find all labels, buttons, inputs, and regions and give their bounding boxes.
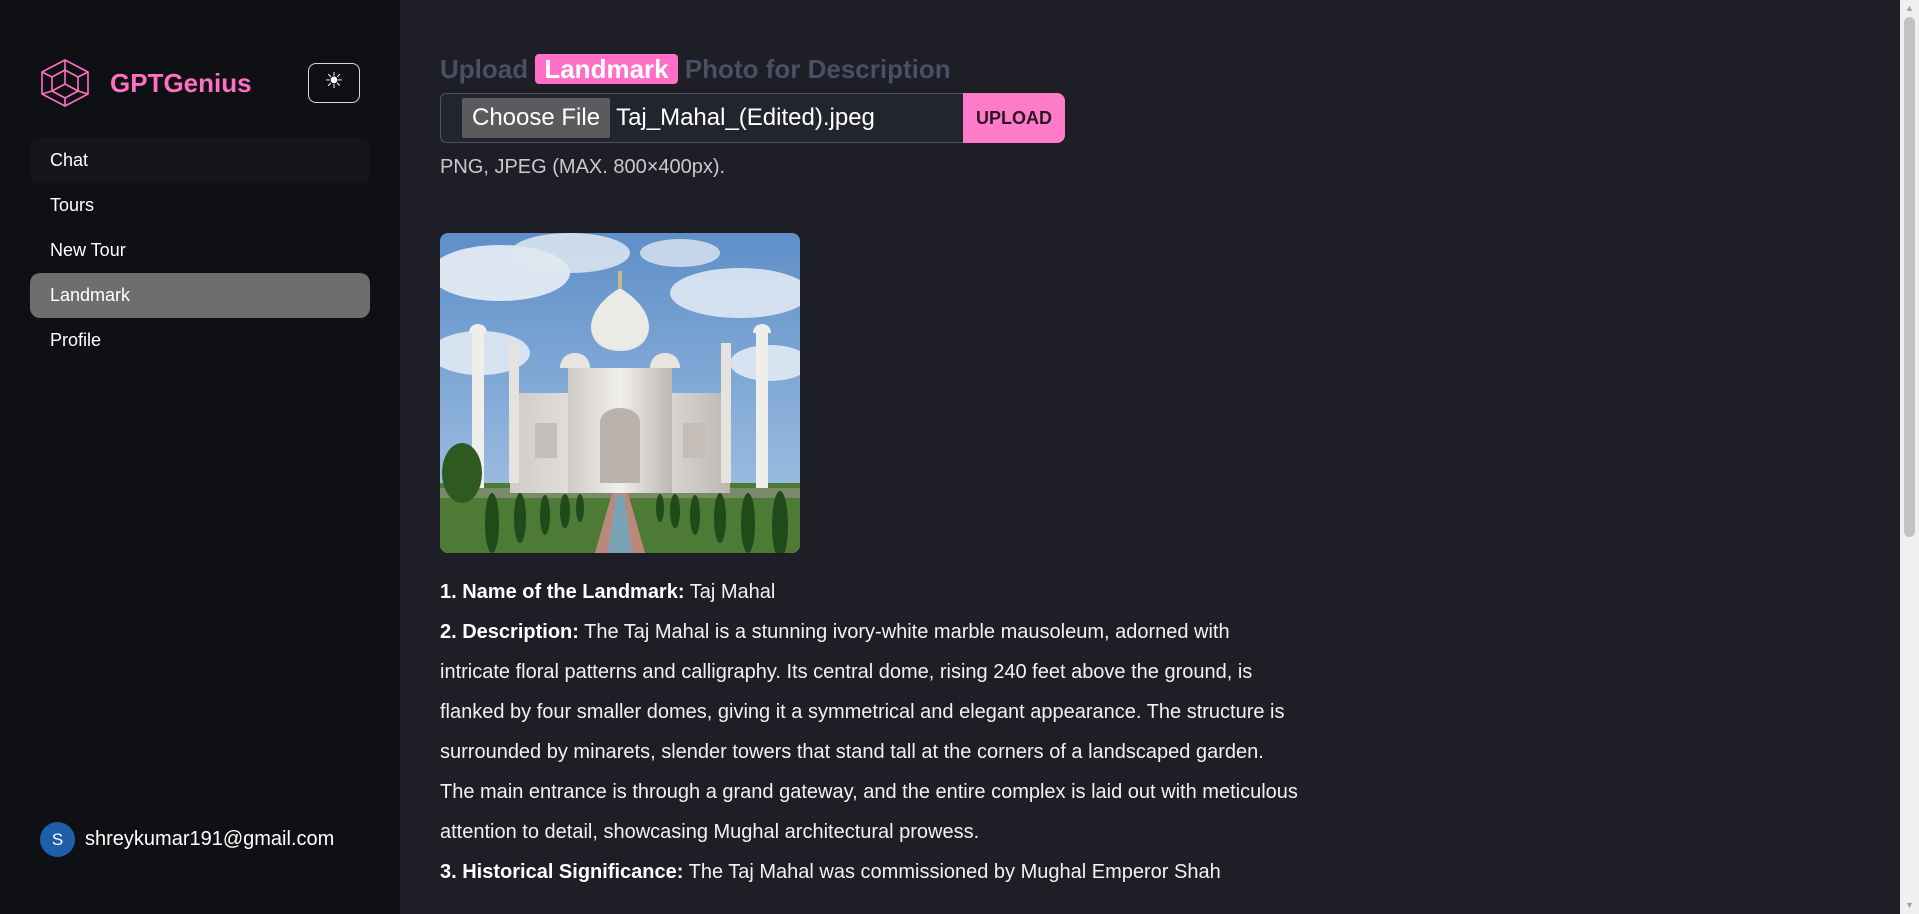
description-label: 2. Description: (440, 621, 579, 643)
upload-button[interactable]: UPLOAD (963, 93, 1065, 143)
description-text: The Taj Mahal was commissioned by Mughal… (683, 861, 1221, 883)
file-input[interactable]: Choose File Taj_Mahal_(Edited).jpeg (440, 93, 967, 143)
selected-file-name: Taj_Mahal_(Edited).jpeg (616, 104, 875, 131)
sidebar: GPTGenius ☀ Chat Tours New Tour Landmark… (0, 0, 400, 914)
description-label: 3. Historical Significance: (440, 861, 684, 883)
avatar[interactable]: S (40, 822, 75, 857)
sidebar-item-new-tour[interactable]: New Tour (30, 228, 370, 273)
brand[interactable]: GPTGenius (38, 58, 252, 108)
user-email: shreykumar191@gmail.com (85, 828, 335, 850)
sidebar-nav: Chat Tours New Tour Landmark Profile (30, 138, 370, 363)
page-title: Upload Landmark Photo for Description (440, 54, 951, 85)
theme-toggle-button[interactable]: ☀ (308, 63, 360, 103)
description-item: 2. Description: The Taj Mahal is a stunn… (440, 612, 1300, 852)
sidebar-item-tours[interactable]: Tours (30, 183, 370, 228)
upload-form: Choose File Taj_Mahal_(Edited).jpeg UPLO… (440, 93, 1065, 143)
description-item: 3. Historical Significance: The Taj Maha… (440, 852, 1300, 892)
hexagon-logo-icon (41, 59, 89, 107)
landmark-photo (440, 233, 800, 553)
user-profile[interactable]: S shreykumar191@gmail.com (40, 822, 334, 857)
scroll-down-arrow-icon[interactable]: ▼ (1900, 897, 1919, 914)
sidebar-item-chat[interactable]: Chat (30, 138, 370, 183)
sidebar-item-profile[interactable]: Profile (30, 318, 370, 363)
page-title-prefix: Upload (440, 54, 536, 84)
sidebar-item-landmark[interactable]: Landmark (30, 273, 370, 318)
page-title-suffix: Photo for Description (677, 54, 951, 84)
description-text: The Taj Mahal is a stunning ivory-white … (440, 621, 1298, 843)
landmark-description: 1. Name of the Landmark: Taj Mahal 2. De… (440, 572, 1300, 892)
sun-icon: ☀ (324, 69, 344, 94)
main-content: Upload Landmark Photo for Description Ch… (440, 0, 1900, 914)
scroll-thumb[interactable] (1904, 17, 1915, 537)
choose-file-button[interactable]: Choose File (462, 98, 611, 138)
page-scrollbar[interactable]: ▲ ▼ (1900, 0, 1919, 914)
description-text: Taj Mahal (684, 581, 776, 603)
brand-name: GPTGenius (110, 67, 252, 98)
description-label: 1. Name of the Landmark: (440, 581, 685, 603)
description-item: 1. Name of the Landmark: Taj Mahal (440, 572, 1300, 612)
page-title-highlight: Landmark (535, 54, 678, 84)
file-format-hint: PNG, JPEG (MAX. 800×400px). (440, 156, 726, 178)
scroll-up-arrow-icon[interactable]: ▲ (1900, 0, 1919, 17)
